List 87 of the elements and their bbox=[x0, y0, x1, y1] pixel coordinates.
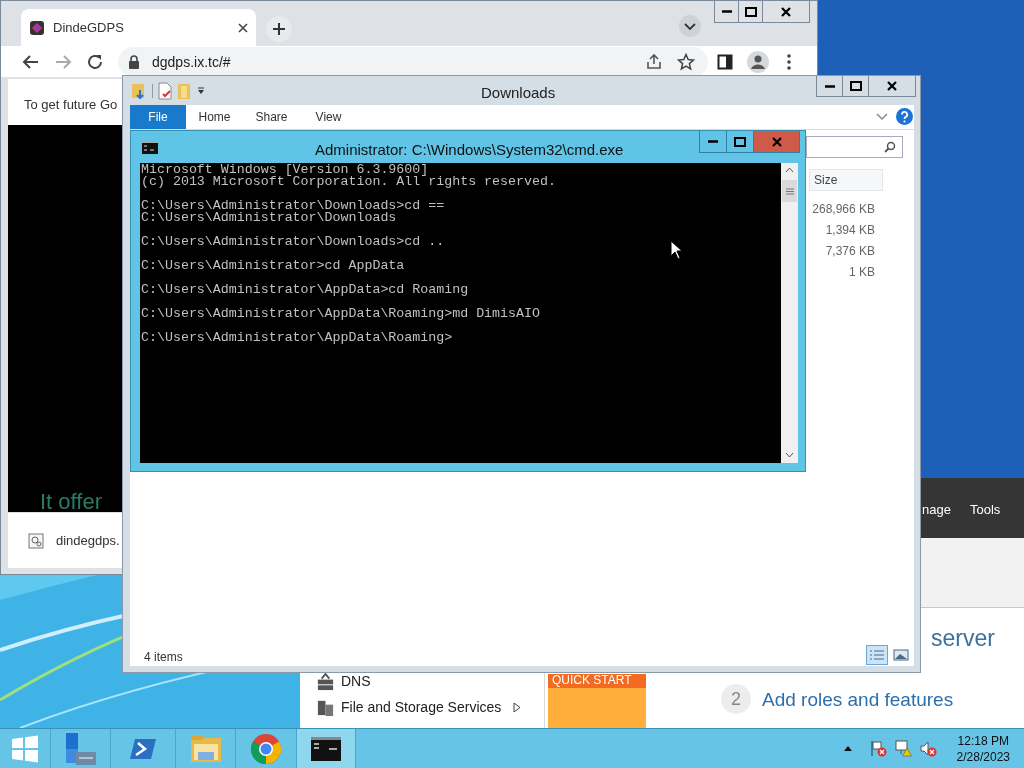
window-title: Administrator: C:\Windows\System32\cmd.exe bbox=[315, 140, 624, 160]
tab-title: DindeGDPS bbox=[53, 18, 125, 37]
step-number: 2 bbox=[721, 684, 751, 714]
chrome-icon bbox=[250, 732, 282, 765]
download-name[interactable]: dindegdps. bbox=[56, 530, 120, 551]
console-line: Microsoft Windows [Version 6.3.9600] bbox=[141, 164, 430, 176]
document-icon[interactable] bbox=[158, 82, 172, 100]
folder-icon bbox=[189, 733, 222, 764]
server-icon bbox=[316, 671, 335, 691]
share-icon[interactable] bbox=[645, 53, 663, 71]
taskbar-button[interactable] bbox=[297, 729, 356, 768]
help-icon[interactable] bbox=[896, 108, 913, 125]
browser-tab[interactable]: DindeGDPS bbox=[21, 9, 256, 46]
scroll-down-icon[interactable] bbox=[785, 452, 794, 458]
ribbon-tab[interactable]: Home bbox=[186, 105, 243, 129]
size-cell-text: 7,376 KB bbox=[825, 243, 875, 260]
dropdown-icon[interactable] bbox=[196, 86, 206, 96]
status-text: 4 items bbox=[144, 649, 183, 666]
console-line: C:\Users\Administrator\Downloads bbox=[141, 212, 398, 224]
sidebar-item[interactable]: File and Storage Services bbox=[341, 696, 502, 718]
search-field[interactable] bbox=[806, 136, 903, 158]
ribbon-tab[interactable]: View bbox=[300, 105, 357, 129]
scroll-up-icon[interactable] bbox=[785, 167, 794, 173]
network-icon[interactable] bbox=[894, 740, 912, 757]
close-icon bbox=[781, 6, 791, 17]
speaker-icon[interactable] bbox=[919, 740, 937, 757]
cmd-icon bbox=[311, 736, 341, 761]
scroll-thumb[interactable] bbox=[782, 180, 797, 202]
window-title: Downloads bbox=[481, 83, 556, 103]
heading: server bbox=[931, 624, 995, 653]
console-line: C:\Users\Administrator\AppData\Roaming> bbox=[141, 332, 454, 344]
start-icon bbox=[11, 734, 39, 763]
console-line: C:\Users\Administrator\AppData\Roaming>md DimisAIO bbox=[141, 308, 541, 320]
size-cell-text: 1 KB bbox=[849, 264, 875, 281]
size-cell-text: 268,966 KB bbox=[812, 201, 875, 218]
size-cell-text: 1,394 KB bbox=[825, 222, 875, 239]
favicon-icon bbox=[29, 19, 45, 36]
server-manager-icon bbox=[63, 731, 98, 766]
maximize-icon bbox=[744, 6, 757, 17]
ribbon-tab[interactable]: File bbox=[130, 105, 186, 129]
list-icon bbox=[869, 649, 885, 661]
step-link[interactable]: Add roles and features bbox=[762, 686, 954, 715]
lock-icon bbox=[128, 55, 140, 69]
sidebar-icon[interactable] bbox=[717, 54, 733, 70]
address-bar[interactable]: dgdps.ix.tc/# bbox=[118, 47, 708, 77]
date-text: 2/28/2023 bbox=[956, 748, 1010, 765]
close-icon bbox=[771, 136, 782, 147]
star-icon[interactable] bbox=[677, 53, 695, 71]
tile-label: QUICK START bbox=[548, 674, 646, 688]
minimize-icon bbox=[824, 84, 835, 88]
maximize-icon bbox=[849, 81, 862, 91]
url-text: dgdps.ix.tc/# bbox=[152, 52, 231, 72]
up-arrow-icon[interactable] bbox=[843, 746, 852, 751]
time-text: 12:18 PM bbox=[957, 732, 1009, 749]
cursor-icon bbox=[670, 240, 682, 260]
tab-search-icon[interactable] bbox=[678, 14, 702, 38]
chevron-icon[interactable] bbox=[876, 113, 888, 121]
new-tab-icon[interactable] bbox=[265, 15, 293, 43]
sidebar-item[interactable]: DNS bbox=[341, 670, 371, 692]
grip-icon bbox=[785, 187, 794, 195]
menu-item[interactable]: nage bbox=[922, 500, 951, 520]
menu-item[interactable]: Tools bbox=[970, 500, 1001, 520]
reload-icon[interactable] bbox=[86, 53, 104, 71]
close-icon[interactable] bbox=[238, 22, 248, 33]
ribbon-tab[interactable]: Share bbox=[243, 105, 300, 129]
page-text: To get future Go bbox=[24, 96, 118, 114]
file-icon[interactable] bbox=[28, 532, 44, 549]
banner-text: It offer bbox=[40, 488, 102, 516]
minimize-icon bbox=[721, 10, 732, 13]
minimize-icon bbox=[708, 140, 718, 143]
column-header[interactable]: Size bbox=[809, 169, 883, 191]
console-line: C:\Users\Administrator\AppData>cd Roaming bbox=[141, 284, 470, 296]
maximize-icon bbox=[734, 136, 746, 147]
console-line: C:\Users\Administrator\Downloads>cd == bbox=[141, 200, 446, 212]
image-icon bbox=[893, 649, 909, 661]
close-icon bbox=[887, 81, 897, 91]
clock[interactable]: 12:18 PM 2/28/2023 bbox=[956, 732, 1010, 765]
menu-icon[interactable] bbox=[786, 53, 792, 71]
console-line: (c) 2013 Microsoft Corporation. All rights reserved. bbox=[141, 176, 557, 188]
search-icon bbox=[884, 141, 896, 153]
cmd-icon bbox=[142, 141, 158, 154]
flag-icon[interactable] bbox=[869, 740, 887, 757]
folder-icon[interactable] bbox=[131, 82, 147, 100]
back-icon[interactable] bbox=[22, 53, 40, 71]
profile-icon[interactable] bbox=[747, 51, 769, 73]
console-line: C:\Users\Administrator>cd AppData bbox=[141, 260, 406, 272]
console-line: C:\Users\Administrator\Downloads>cd .. bbox=[141, 236, 446, 248]
